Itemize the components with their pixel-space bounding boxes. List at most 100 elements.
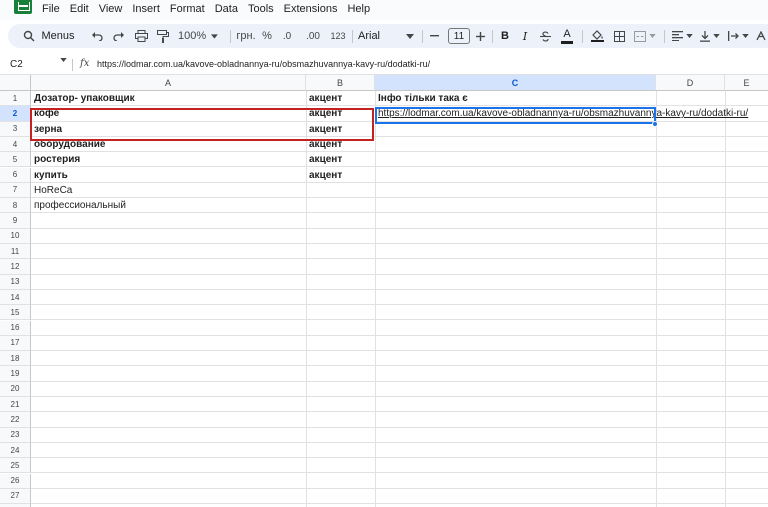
- row-header[interactable]: 17: [0, 335, 31, 352]
- cell-a[interactable]: ростерия: [31, 152, 306, 167]
- column-header-c[interactable]: C: [375, 75, 656, 91]
- row-header[interactable]: 26: [0, 473, 31, 489]
- menu-file[interactable]: File: [42, 3, 60, 15]
- cell-a[interactable]: купить: [31, 168, 306, 183]
- row-header[interactable]: 20: [0, 381, 31, 397]
- horizontal-align-button[interactable]: [670, 24, 694, 48]
- row-header[interactable]: 9: [0, 213, 31, 229]
- row-header[interactable]: 4: [0, 136, 31, 153]
- percent-button[interactable]: %: [260, 24, 274, 48]
- row-header[interactable]: 15: [0, 305, 31, 321]
- row-header[interactable]: 2: [0, 106, 31, 122]
- cell-b[interactable]: акцент: [306, 137, 375, 152]
- column-header-b[interactable]: B: [306, 75, 375, 91]
- cell-c[interactable]: Інфо тільки така є: [375, 91, 656, 106]
- row-header[interactable]: 5: [0, 152, 31, 168]
- fill-color-button[interactable]: [588, 24, 606, 48]
- decrease-decimal-button[interactable]: .0: [278, 24, 296, 48]
- strikethrough-button[interactable]: [536, 24, 554, 48]
- formula-input[interactable]: https://lodmar.com.ua/kavove-obladnannya…: [97, 59, 430, 69]
- row-header[interactable]: 24: [0, 442, 31, 459]
- column-header-e[interactable]: E: [725, 75, 768, 91]
- bold-button[interactable]: B: [496, 24, 514, 48]
- row-header[interactable]: 6: [0, 167, 31, 183]
- currency-button[interactable]: грн.: [234, 24, 258, 48]
- cell-b[interactable]: акцент: [306, 152, 375, 167]
- cell-b[interactable]: акцент: [306, 168, 375, 183]
- menu-data[interactable]: Data: [215, 3, 238, 15]
- increase-decimal-button[interactable]: .00: [302, 24, 324, 48]
- cell-c[interactable]: [375, 168, 656, 183]
- chevron-down-icon: [211, 33, 218, 39]
- print-button[interactable]: [132, 24, 150, 48]
- cell-a[interactable]: кофе: [31, 106, 306, 121]
- row-header[interactable]: 14: [0, 289, 31, 306]
- font-family-chevron[interactable]: [404, 24, 416, 48]
- column-header-d[interactable]: D: [656, 75, 725, 91]
- italic-button[interactable]: I: [516, 24, 534, 48]
- cell-c[interactable]: [375, 137, 656, 152]
- column-header-a[interactable]: A: [31, 75, 306, 91]
- number-format-button[interactable]: 123: [328, 24, 348, 48]
- menu-extensions[interactable]: Extensions: [284, 3, 338, 15]
- cell-a[interactable]: зерна: [31, 122, 306, 137]
- row-header[interactable]: 12: [0, 259, 31, 275]
- cell-a[interactable]: оборудование: [31, 137, 306, 152]
- name-box-dropdown[interactable]: [60, 58, 67, 62]
- cell-c-link[interactable]: https://lodmar.com.ua/kavove-obladnannya…: [375, 106, 748, 121]
- text-wrapping-button[interactable]: [726, 24, 750, 48]
- cell-b[interactable]: акцент: [306, 122, 375, 137]
- text-color-button[interactable]: A: [558, 24, 576, 48]
- row-header[interactable]: 23: [0, 427, 31, 443]
- cell-b[interactable]: акцент: [306, 91, 375, 106]
- redo-button[interactable]: [110, 24, 128, 48]
- row-header[interactable]: 8: [0, 198, 31, 214]
- text-rotation-button[interactable]: [754, 24, 768, 48]
- menu-help[interactable]: Help: [347, 3, 370, 15]
- font-size-increase-button[interactable]: [472, 24, 488, 48]
- menu-format[interactable]: Format: [170, 3, 205, 15]
- cell-c[interactable]: [375, 122, 656, 137]
- row-header[interactable]: 27: [0, 488, 31, 505]
- menu-edit[interactable]: Edit: [70, 3, 89, 15]
- row-header[interactable]: 19: [0, 366, 31, 382]
- menu-insert[interactable]: Insert: [132, 3, 160, 15]
- borders-button[interactable]: [610, 24, 628, 48]
- cell-a[interactable]: Дозатор- упаковщик: [31, 91, 306, 106]
- select-all-corner[interactable]: [0, 75, 31, 91]
- zoom-dropdown[interactable]: 100%: [178, 24, 218, 48]
- table-row: [31, 489, 768, 505]
- cell-c[interactable]: [375, 183, 656, 198]
- row-header[interactable]: 3: [0, 121, 31, 137]
- cell-b[interactable]: [306, 183, 375, 198]
- undo-button[interactable]: [88, 24, 106, 48]
- row-header[interactable]: 13: [0, 274, 31, 290]
- fx-icon: fx: [80, 58, 90, 69]
- cell-c[interactable]: [375, 152, 656, 167]
- menus-search-button[interactable]: Menus: [16, 24, 82, 48]
- menu-tools[interactable]: Tools: [248, 3, 274, 15]
- name-box[interactable]: C2: [10, 59, 23, 70]
- cell-a[interactable]: HoReCa: [31, 183, 306, 198]
- row-header[interactable]: 16: [0, 320, 31, 336]
- row-header[interactable]: 21: [0, 397, 31, 413]
- cell-a[interactable]: профессиональный: [31, 198, 306, 213]
- cell-b[interactable]: [306, 198, 375, 213]
- row-header[interactable]: 18: [0, 351, 31, 367]
- vertical-align-button[interactable]: [698, 24, 722, 48]
- paint-format-button[interactable]: [154, 24, 172, 48]
- row-header[interactable]: 22: [0, 412, 31, 428]
- cell-c[interactable]: [375, 198, 656, 213]
- row-header[interactable]: 11: [0, 244, 31, 260]
- row-header[interactable]: 25: [0, 458, 31, 474]
- cell-b[interactable]: акцент: [306, 106, 375, 121]
- fill-handle[interactable]: [652, 121, 658, 127]
- font-size-decrease-button[interactable]: [426, 24, 442, 48]
- row-header[interactable]: 7: [0, 182, 31, 199]
- row-header[interactable]: 1: [0, 91, 31, 107]
- menu-view[interactable]: View: [99, 3, 123, 15]
- row-header[interactable]: 10: [0, 228, 31, 244]
- merge-cells-button[interactable]: [632, 24, 658, 48]
- font-size-input[interactable]: 11: [448, 28, 470, 44]
- sheets-logo-icon[interactable]: [14, 0, 32, 14]
